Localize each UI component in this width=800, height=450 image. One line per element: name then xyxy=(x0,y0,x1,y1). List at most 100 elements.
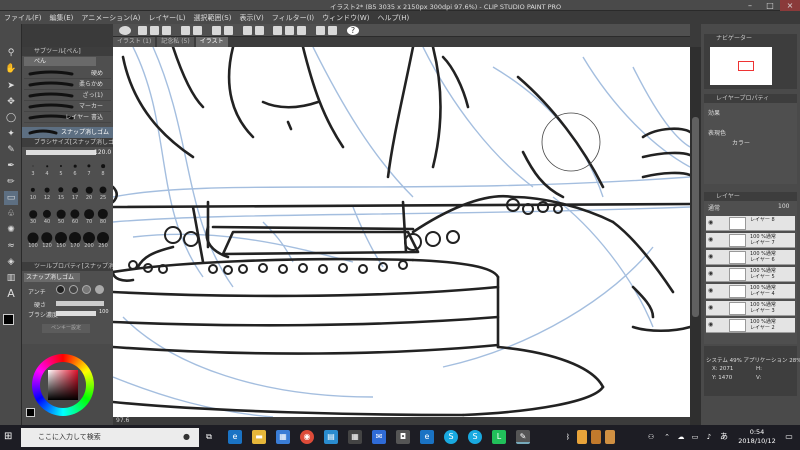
skype-business-icon[interactable]: S xyxy=(468,430,482,444)
brush-size-option[interactable]: 50 xyxy=(54,208,68,225)
volume-icon[interactable]: ♪ xyxy=(703,430,715,444)
antialias-medium-option[interactable] xyxy=(82,285,91,294)
edge-icon[interactable]: e xyxy=(228,430,242,444)
eraser-icon[interactable]: ▭ xyxy=(4,191,18,205)
tool-name-field[interactable]: スナップ消しゴム xyxy=(24,273,80,282)
brush-size-option[interactable]: 7 xyxy=(82,160,96,177)
lasso-icon[interactable]: ◯ xyxy=(4,111,18,125)
help-icon[interactable]: ? xyxy=(347,26,359,35)
text-tool-icon[interactable]: A xyxy=(4,287,18,301)
brush-size-option[interactable]: 3 xyxy=(26,160,40,177)
hand-icon[interactable]: ✋ xyxy=(4,62,18,76)
zoom-icon[interactable]: ⚲ xyxy=(4,46,18,60)
skype-icon[interactable]: S xyxy=(444,430,458,444)
antialias-none-option[interactable] xyxy=(56,285,65,294)
brush-item[interactable]: ざっ(1) xyxy=(24,90,111,101)
main-color-chip[interactable] xyxy=(26,408,35,417)
brush-size-option[interactable]: 30 xyxy=(26,208,40,225)
network-icon[interactable]: ▭ xyxy=(689,430,701,444)
saturation-value-square[interactable] xyxy=(48,370,78,400)
tray-app-icon[interactable] xyxy=(605,430,615,444)
close-button[interactable]: × xyxy=(780,0,800,11)
menu-edit[interactable]: 編集(E) xyxy=(46,13,78,23)
tab-illust-active[interactable]: イラスト xyxy=(195,37,228,47)
brush-size-option[interactable]: 70 xyxy=(82,208,96,225)
menu-animation[interactable]: アニメーション(A) xyxy=(77,13,144,23)
deselect-icon[interactable] xyxy=(273,26,282,35)
brush-size-option[interactable]: 25 xyxy=(96,184,110,201)
chrome-icon[interactable]: ◉ xyxy=(300,430,314,444)
menu-layer[interactable]: レイヤー(L) xyxy=(144,13,189,23)
blend-icon[interactable]: ≈ xyxy=(4,239,18,253)
antialias-strong-option[interactable] xyxy=(95,285,104,294)
pencil-icon[interactable]: ✏ xyxy=(4,175,18,189)
new-file-icon[interactable] xyxy=(138,26,147,35)
cloud-icon[interactable]: ☁ xyxy=(675,430,687,444)
eye-icon[interactable]: ◉ xyxy=(708,321,714,328)
select-all-icon[interactable] xyxy=(285,26,294,35)
save-icon[interactable] xyxy=(162,26,171,35)
eyedropper-icon[interactable]: ✎ xyxy=(4,143,18,157)
move-icon[interactable]: ✥ xyxy=(4,95,18,109)
menu-selection[interactable]: 選択範囲(S) xyxy=(190,13,236,23)
brush-size-option[interactable]: 250 xyxy=(96,232,110,249)
gradient-icon[interactable]: ▥ xyxy=(4,271,18,285)
internet-explorer-icon[interactable]: e xyxy=(420,430,434,444)
drawing-canvas[interactable] xyxy=(113,47,690,417)
subtool-group-tab[interactable]: ぺん xyxy=(24,57,96,66)
layer-row[interactable]: ◉ 100 %通常 レイヤー 6 xyxy=(706,250,795,265)
brush-item[interactable]: 柔らかめ xyxy=(24,79,111,90)
brush-icon[interactable]: ♧ xyxy=(4,207,18,221)
brush-size-option[interactable]: 150 xyxy=(54,232,68,249)
brush-size-option[interactable]: 8 xyxy=(96,160,110,177)
taskbar-search-box[interactable]: ここに入力して検索 xyxy=(21,428,199,447)
clear-icon[interactable] xyxy=(212,26,221,35)
tab-kinen[interactable]: 記念私 (5) xyxy=(157,37,194,47)
brush-density-slider[interactable] xyxy=(56,311,96,316)
redo-icon[interactable] xyxy=(193,26,202,35)
scrollbar-thumb[interactable] xyxy=(692,117,699,317)
transform-icon[interactable] xyxy=(255,26,264,35)
task-view-icon[interactable]: ⧉ xyxy=(202,430,216,444)
people-icon[interactable]: ⚇ xyxy=(645,430,657,444)
brush-size-option[interactable]: 6 xyxy=(68,160,82,177)
undo-icon[interactable] xyxy=(181,26,190,35)
menu-help[interactable]: ヘルプ(H) xyxy=(373,13,413,23)
minimize-button[interactable]: – xyxy=(740,0,760,11)
notification-icon[interactable]: ▭ xyxy=(783,430,795,444)
navigator-preview[interactable] xyxy=(710,47,772,85)
brush-size-option[interactable]: 60 xyxy=(68,208,82,225)
tab-illust-1[interactable]: イラスト (1) xyxy=(113,37,156,47)
calculator-icon[interactable]: ▦ xyxy=(348,430,362,444)
airbrush-icon[interactable]: ✺ xyxy=(4,223,18,237)
taskbar-clock[interactable]: 0:54 2018/10/12 xyxy=(735,428,779,446)
brush-size-option[interactable]: 170 xyxy=(68,232,82,249)
app-icon[interactable]: ▤ xyxy=(324,430,338,444)
brush-size-option[interactable]: 5 xyxy=(54,160,68,177)
brush-item[interactable]: 硬め xyxy=(24,68,111,79)
ruler-snap-icon[interactable] xyxy=(316,26,325,35)
brush-size-option[interactable]: 200 xyxy=(82,232,96,249)
bluetooth-icon[interactable]: ᛒ xyxy=(563,430,573,444)
mail-icon[interactable]: ✉ xyxy=(372,430,386,444)
brush-size-option[interactable]: 80 xyxy=(96,208,110,225)
antialias-weak-option[interactable] xyxy=(69,285,78,294)
eye-icon[interactable]: ◉ xyxy=(708,236,714,243)
guide-snap-icon[interactable] xyxy=(328,26,337,35)
canvas-scrollbar[interactable] xyxy=(690,47,701,425)
brush-item-selected[interactable]: スナップ消しゴム xyxy=(22,127,113,138)
brush-size-slider[interactable] xyxy=(26,150,96,155)
menu-view[interactable]: 表示(V) xyxy=(235,13,267,23)
open-file-icon[interactable] xyxy=(150,26,159,35)
brush-size-option[interactable]: 40 xyxy=(40,208,54,225)
brush-size-option[interactable]: 10 xyxy=(26,184,40,201)
layer-row[interactable]: ◉ 100 %通常 レイヤー 4 xyxy=(706,284,795,299)
line-icon[interactable]: L xyxy=(492,430,506,444)
layer-row[interactable]: ◉ レイヤー 8 xyxy=(706,216,795,231)
layer-row[interactable]: ◉ 100 %通常 レイヤー 3 xyxy=(706,301,795,316)
tray-app-icon[interactable] xyxy=(591,430,601,444)
eye-icon[interactable]: ◉ xyxy=(708,270,714,277)
menu-filter[interactable]: フィルター(I) xyxy=(268,13,318,23)
navigator-view-frame[interactable] xyxy=(738,61,754,71)
invert-selection-icon[interactable] xyxy=(297,26,306,35)
